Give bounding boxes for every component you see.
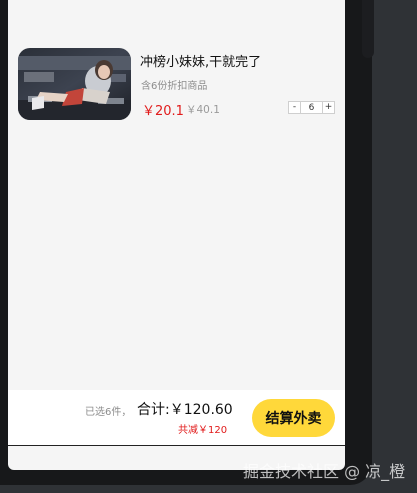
- decrease-button[interactable]: -: [289, 102, 300, 113]
- quantity-value[interactable]: 6: [300, 102, 323, 113]
- original-price: ￥40.1: [186, 104, 220, 116]
- cart-item[interactable]: 冲榜小妹妹,干就完了 含6份折扣商品 ￥20.1 ￥40.1 - 6 +: [8, 0, 345, 140]
- current-price: ￥20.1: [142, 104, 184, 119]
- product-thumbnail[interactable]: [18, 48, 131, 120]
- cart-screen: 冲榜小妹妹,干就完了 含6份折扣商品 ￥20.1 ￥40.1 - 6 + 已选6…: [8, 0, 345, 470]
- checkout-bar: 已选6件， 合计:￥120.60 共减￥120 结算外卖: [8, 390, 345, 445]
- device-side-button: [362, 0, 374, 58]
- checkout-button[interactable]: 结算外卖: [252, 399, 335, 437]
- product-title: 冲榜小妹妹,干就完了: [140, 55, 262, 70]
- total-amount: 合计:￥120.60: [137, 402, 233, 418]
- discount-note: 含6份折扣商品: [141, 81, 208, 92]
- increase-button[interactable]: +: [323, 102, 334, 113]
- divider: [8, 445, 345, 446]
- reduced-amount: 共减￥120: [178, 425, 228, 436]
- quantity-stepper[interactable]: - 6 +: [288, 101, 335, 114]
- watermark: 掘金技术社区 @ 凉_橙: [243, 462, 406, 481]
- selected-count: 已选6件，: [85, 407, 132, 418]
